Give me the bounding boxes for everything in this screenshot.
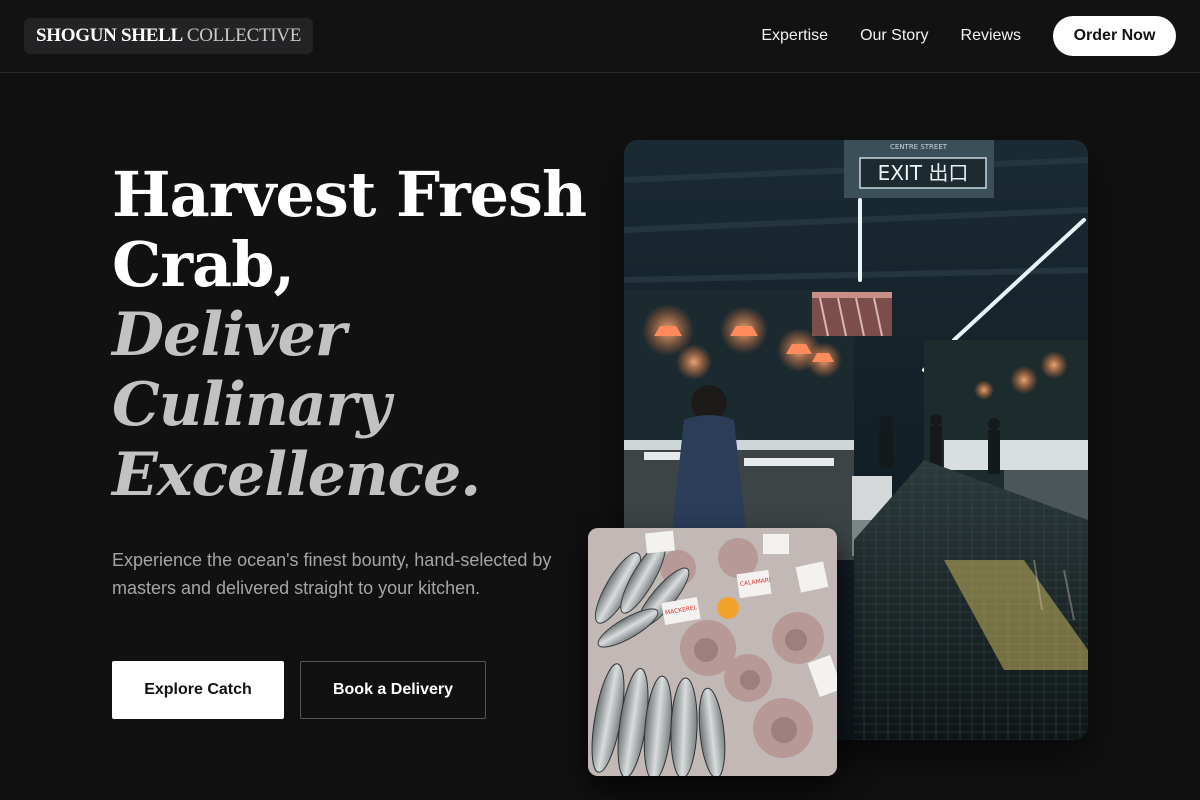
book-delivery-button[interactable]: Book a Delivery [300,661,486,719]
headline-line-1: Harvest Fresh [112,158,587,231]
exit-sign-text: EXIT 出口 [878,161,969,185]
explore-catch-button[interactable]: Explore Catch [112,661,284,719]
logo-sub-text: COLLECTIVE [186,25,302,46]
headline-italic-3: Excellence. [112,440,481,510]
nav-link-reviews[interactable]: Reviews [961,27,1021,45]
hero-headline: Harvest Fresh Crab, Deliver Culinary Exc… [112,158,592,511]
headline-line-2: Crab, [112,228,295,301]
nav-link-expertise[interactable]: Expertise [761,27,828,45]
headline-italic-2: Culinary [112,370,391,440]
street-sign-text: CENTRE STREET [890,143,948,151]
nav-link-our-story[interactable]: Our Story [860,27,928,45]
order-now-button[interactable]: Order Now [1053,16,1176,56]
headline-italic-1: Deliver [112,300,346,370]
fresh-fish-photo: CALAMARI MACKEREL [588,528,837,776]
brand-logo[interactable]: SHOGUN SHELL COLLECTIVE [24,18,314,54]
logo-main-text: SHOGUN SHELL [36,25,183,46]
hero-subtext: Experience the ocean's finest bounty, ha… [112,550,552,598]
main-nav: Expertise Our Story Reviews Order Now [761,16,1176,56]
site-header: SHOGUN SHELL COLLECTIVE Expertise Our St… [0,0,1200,73]
